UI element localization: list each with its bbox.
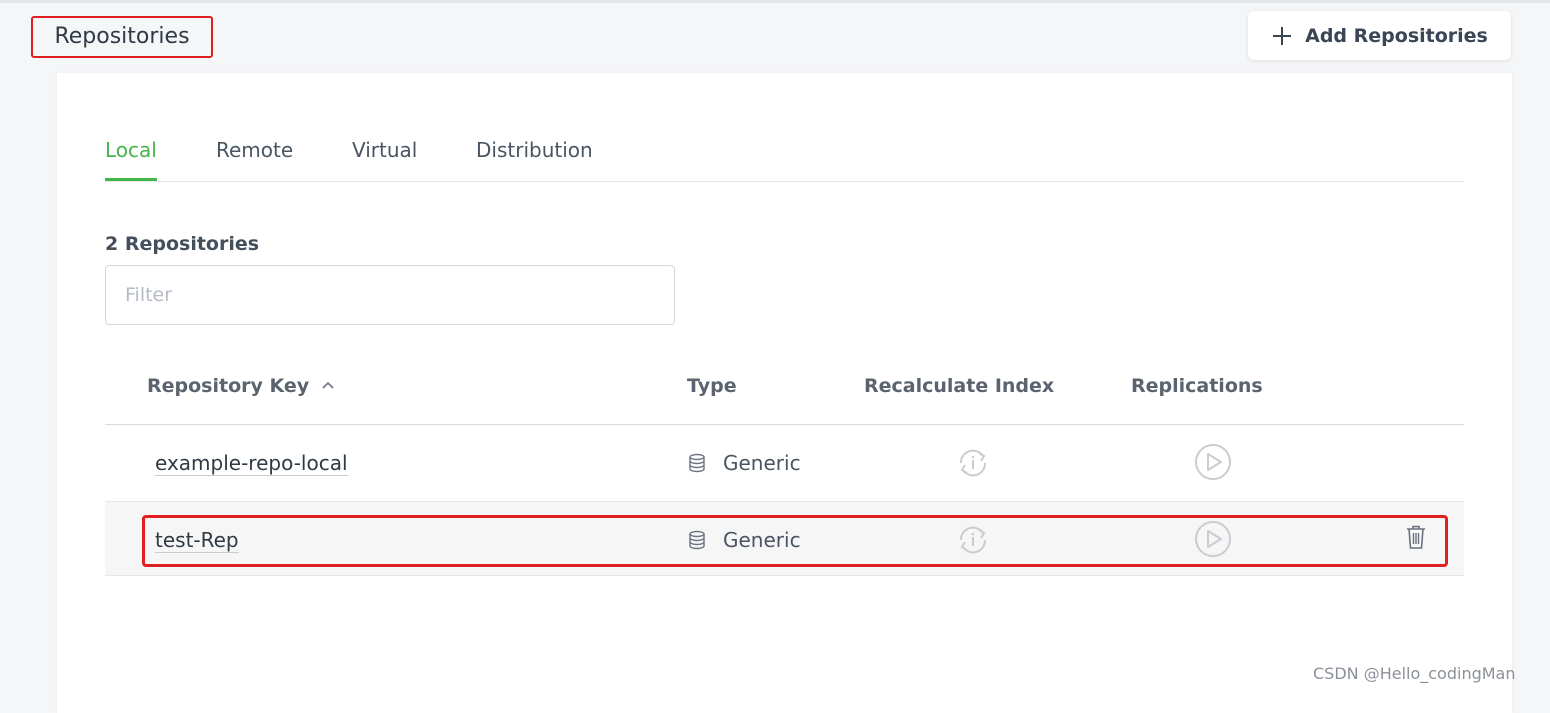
table-row: test-Rep Generic: [105, 502, 1464, 576]
table-row: example-repo-local Generic: [105, 425, 1464, 502]
column-header-recalculate-index: Recalculate Index: [864, 375, 1054, 397]
add-repositories-button[interactable]: Add Repositories: [1248, 11, 1511, 60]
column-header-replications: Replications: [1131, 375, 1263, 397]
plus-icon: [1273, 26, 1292, 45]
sort-ascending-icon[interactable]: [321, 379, 335, 393]
database-icon: [689, 453, 705, 473]
tab-local[interactable]: Local: [105, 138, 157, 181]
column-label-type: Type: [687, 375, 737, 397]
tab-remote[interactable]: Remote: [216, 138, 293, 180]
repository-type-tabs: Local Remote Virtual Distribution: [105, 130, 1464, 182]
repository-count: 2 Repositories: [105, 233, 260, 255]
repositories-card: Local Remote Virtual Distribution 2 Repo…: [57, 73, 1512, 713]
column-header-type: Type: [687, 375, 737, 397]
repository-type-label: Generic: [723, 451, 801, 475]
recalculate-index-icon[interactable]: [955, 522, 991, 558]
tab-distribution[interactable]: Distribution: [476, 138, 593, 180]
trash-icon[interactable]: [1405, 524, 1427, 550]
database-icon: [689, 530, 705, 550]
recalculate-index-icon[interactable]: [955, 445, 991, 481]
play-circle-icon[interactable]: [1194, 443, 1232, 481]
add-repositories-label: Add Repositories: [1305, 24, 1488, 47]
column-label-recalculate-index: Recalculate Index: [864, 375, 1055, 397]
top-divider: [0, 0, 1550, 3]
column-label-replications: Replications: [1131, 375, 1263, 397]
tab-virtual[interactable]: Virtual: [352, 138, 417, 180]
repository-type-label: Generic: [723, 528, 801, 552]
column-label-repository-key: Repository Key: [147, 375, 310, 397]
column-header-repository-key[interactable]: Repository Key: [147, 375, 335, 397]
filter-input[interactable]: [105, 265, 675, 325]
play-circle-icon[interactable]: [1194, 520, 1232, 558]
page-title: Repositories: [31, 16, 213, 58]
repository-key-link[interactable]: example-repo-local: [155, 451, 348, 476]
watermark: CSDN @Hello_codingMan: [1313, 664, 1516, 683]
repository-key-link[interactable]: test-Rep: [155, 528, 239, 553]
repository-type: Generic: [687, 451, 801, 475]
repository-type: Generic: [687, 528, 801, 552]
